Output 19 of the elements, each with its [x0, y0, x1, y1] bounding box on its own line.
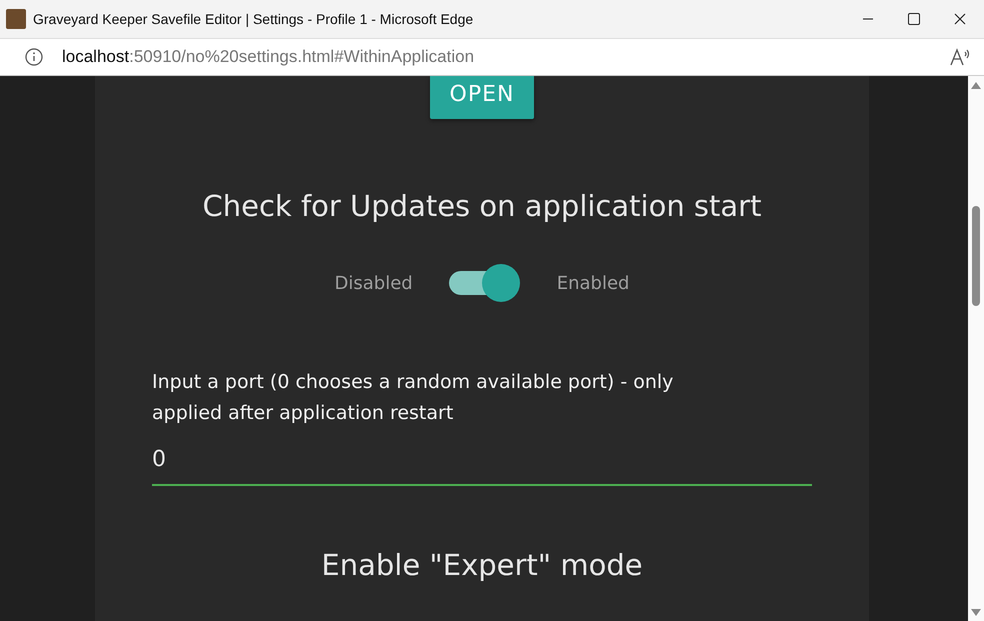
disabled-label: Disabled	[334, 272, 413, 294]
section-heading: Enable "Expert" mode	[321, 548, 643, 582]
field-label: Input a port (0 chooses a random available port) - only applied after application restart	[152, 370, 674, 426]
close-icon[interactable]	[954, 13, 966, 25]
enabled-label: Enabled	[556, 272, 630, 294]
url-host[interactable]: localhost	[62, 47, 130, 66]
url-path[interactable]: :50910/no%20settings.html#WithinApplication	[129, 47, 474, 66]
section-heading: Check for Updates on application start	[202, 189, 762, 223]
port-input[interactable]: 0	[152, 447, 812, 486]
toggle-switch[interactable]	[448, 263, 521, 303]
app-icon	[6, 9, 26, 29]
scrollbar[interactable]	[968, 76, 984, 621]
scroll-thumb[interactable]	[972, 206, 980, 306]
window-title: Graveyard Keeper Savefile Editor | Settings - Profile 1 - Microsoft Edge	[33, 11, 474, 27]
read-aloud-icon[interactable]	[950, 48, 972, 66]
maximize-icon[interactable]	[908, 13, 920, 25]
scroll-up-icon[interactable]	[971, 81, 981, 89]
info-icon[interactable]	[25, 48, 43, 66]
scroll-down-icon[interactable]	[971, 609, 981, 617]
